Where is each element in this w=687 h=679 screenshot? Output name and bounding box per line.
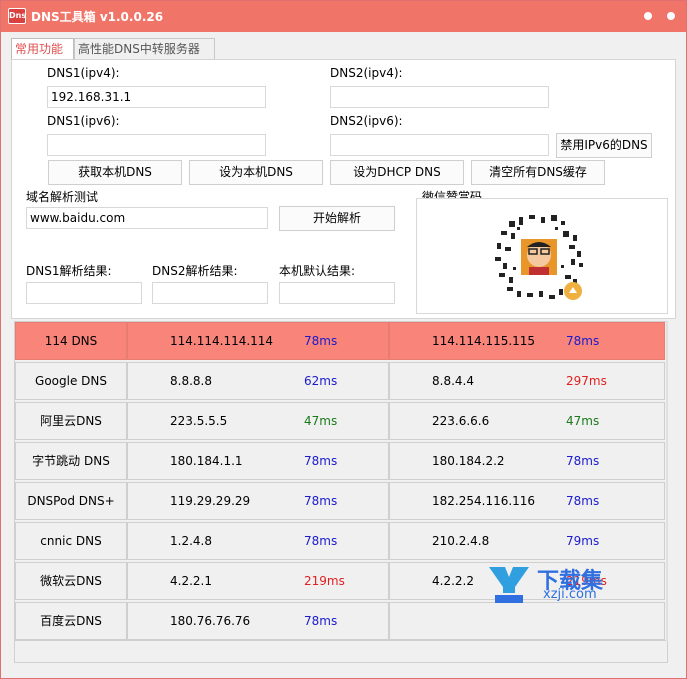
secondary-ip-cell: 180.184.2.2 78ms [389,442,665,480]
primary-ip-cell: 180.76.76.76 78ms [127,602,389,640]
dns1-ipv4-input[interactable]: 192.168.31.1 [47,86,266,108]
dns-server-row[interactable]: cnnic DNS 1.2.4.8 78ms 210.2.4.8 79ms [14,521,666,561]
primary-latency-text: 78ms [304,454,338,468]
secondary-ip-text: 180.184.2.2 [432,454,505,468]
primary-ip-text: 114.114.114.114 [170,334,274,348]
primary-ip-text: 8.8.8.8 [170,374,212,388]
secondary-ip-text: 8.8.4.4 [432,374,474,388]
app-window: Dns DNS工具箱 v1.0.0.26 常用功能 高性能DNS中转服务器 DN… [0,0,687,679]
set-dhcp-dns-button[interactable]: 设为DHCP DNS [330,160,464,185]
primary-ip-cell: 8.8.8.8 62ms [127,362,389,400]
primary-ip-cell: 114.114.114.114 78ms [127,322,389,360]
server-name-cell: Google DNS [15,362,127,400]
xzji-watermark: 下载集 xzji.com [485,563,645,607]
domain-resolve-test-label: 域名解析测试 [26,190,99,204]
dns-server-row[interactable]: Google DNS 8.8.8.8 62ms 8.8.4.4 297ms [14,361,666,401]
secondary-latency-text: 47ms [566,414,600,428]
secondary-ip-text: 4.2.2.2 [432,574,474,588]
secondary-ip-text: 223.6.6.6 [432,414,490,428]
primary-ip-text: 1.2.4.8 [170,534,212,548]
secondary-ip-cell [389,602,665,640]
dns-server-row[interactable]: 114 DNS 114.114.114.114 78ms 114.114.115.11… [14,321,666,361]
secondary-latency-text: 78ms [566,454,600,468]
status-strip [14,641,668,663]
common-functions-panel: DNS1(ipv4): 192.168.31.1 DNS2(ipv4): DNS… [11,59,676,319]
secondary-ip-cell: 210.2.4.8 79ms [389,522,665,560]
secondary-latency-text: 297ms [566,374,607,388]
get-local-dns-button[interactable]: 获取本机DNS [48,160,182,185]
donate-qr-box [416,198,668,314]
primary-ip-text: 180.184.1.1 [170,454,243,468]
start-resolve-button[interactable]: 开始解析 [279,206,395,231]
dns1-ipv6-label: DNS1(ipv6): [47,114,120,128]
server-name-cell: 阿里云DNS [15,402,127,440]
server-name-cell: 微软云DNS [15,562,127,600]
primary-ip-cell: 119.29.29.29 78ms [127,482,389,520]
tab-common-functions[interactable]: 常用功能 [11,38,74,61]
tab-dns-relay-server[interactable]: 高性能DNS中转服务器 [74,38,215,60]
primary-latency-text: 78ms [304,494,338,508]
wechat-qr-code-icon [491,209,587,305]
dns-server-row[interactable]: 阿里云DNS 223.5.5.5 47ms 223.6.6.6 47ms [14,401,666,441]
domain-input[interactable]: www.baidu.com [26,207,268,229]
primary-latency-text: 62ms [304,374,338,388]
primary-ip-cell: 1.2.4.8 78ms [127,522,389,560]
local-result-field[interactable] [279,282,395,304]
disable-ipv6-dns-button[interactable]: 禁用IPv6的DNS [556,133,652,158]
minimize-button[interactable] [644,12,652,20]
dns-server-row[interactable]: DNSPod DNS+ 119.29.29.29 78ms 182.254.116.1… [14,481,666,521]
dns1-result-field[interactable] [26,282,142,304]
dns2-ipv4-input[interactable] [330,86,549,108]
secondary-ip-cell: 182.254.116.116 78ms [389,482,665,520]
primary-ip-cell: 4.2.2.1 219ms [127,562,389,600]
server-name-cell: DNSPod DNS+ [15,482,127,520]
dns-server-row[interactable]: 字节跳动 DNS 180.184.1.1 78ms 180.184.2.2 78ms [14,441,666,481]
secondary-ip-text: 114.114.115.115 [432,334,536,348]
primary-ip-text: 4.2.2.1 [170,574,212,588]
title-bar[interactable]: Dns DNS工具箱 v1.0.0.26 [1,1,686,32]
secondary-ip-cell: 8.8.4.4 297ms [389,362,665,400]
dns1-ipv6-input[interactable] [47,134,266,156]
primary-ip-text: 119.29.29.29 [170,494,251,508]
server-name-cell: 百度云DNS [15,602,127,640]
dns2-ipv6-input[interactable] [330,134,549,156]
primary-latency-text: 219ms [304,574,345,588]
dns2-result-field[interactable] [152,282,268,304]
dns2-result-label: DNS2解析结果: [152,264,238,278]
primary-ip-cell: 223.5.5.5 47ms [127,402,389,440]
primary-latency-text: 78ms [304,334,338,348]
set-local-dns-button[interactable]: 设为本机DNS [189,160,323,185]
local-result-label: 本机默认结果: [279,264,356,278]
dns2-ipv4-label: DNS2(ipv4): [330,66,403,80]
dns1-ipv4-label: DNS1(ipv4): [47,66,120,80]
secondary-ip-text: 210.2.4.8 [432,534,490,548]
primary-ip-cell: 180.184.1.1 78ms [127,442,389,480]
window-title: DNS工具箱 v1.0.0.26 [31,10,164,24]
watermark-text-url: xzji.com [543,587,597,602]
secondary-ip-text: 182.254.116.116 [432,494,536,508]
primary-latency-text: 78ms [304,534,338,548]
secondary-latency-text: 78ms [566,494,600,508]
secondary-ip-cell: 114.114.115.115 78ms [389,322,665,360]
server-name-cell: cnnic DNS [15,522,127,560]
clear-dns-cache-button[interactable]: 清空所有DNS缓存 [471,160,605,185]
dns2-ipv6-label: DNS2(ipv6): [330,114,403,128]
download-arrow-logo-icon [489,567,529,603]
server-name-cell: 114 DNS [15,322,127,360]
secondary-ip-cell: 223.6.6.6 47ms [389,402,665,440]
dns1-result-label: DNS1解析结果: [26,264,112,278]
primary-ip-text: 223.5.5.5 [170,414,228,428]
primary-latency-text: 78ms [304,614,338,628]
server-name-cell: 字节跳动 DNS [15,442,127,480]
secondary-latency-text: 79ms [566,534,600,548]
app-dns-icon: Dns [8,8,26,24]
secondary-latency-text: 78ms [566,334,600,348]
dns-server-row[interactable]: 百度云DNS 180.76.76.76 78ms [14,601,666,641]
close-button[interactable] [667,12,675,20]
primary-ip-text: 180.76.76.76 [170,614,251,628]
primary-latency-text: 47ms [304,414,338,428]
